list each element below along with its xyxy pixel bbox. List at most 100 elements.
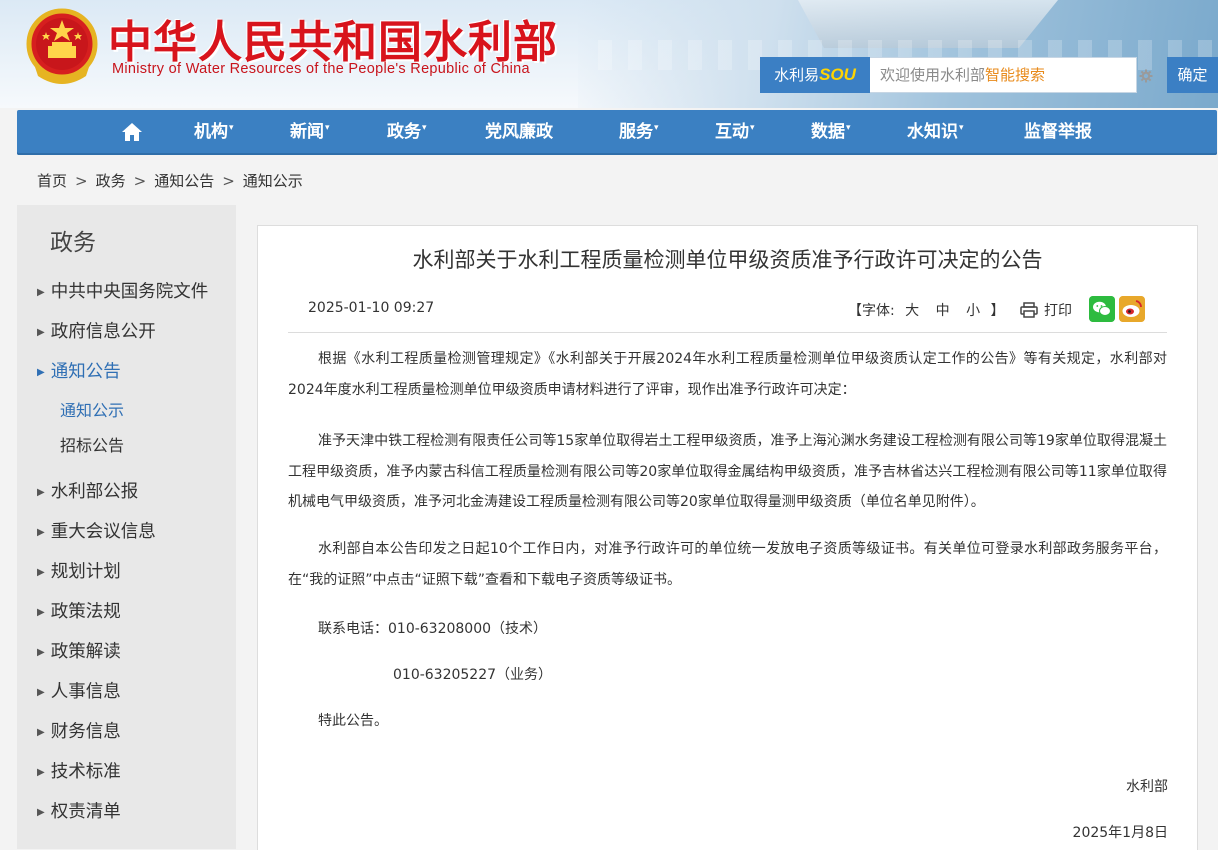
search-brand-logo: SOU (819, 65, 856, 84)
chevron-down-icon: ▾ (846, 123, 851, 133)
wechat-share-icon[interactable] (1089, 296, 1115, 322)
sidebar-item-label: 财务信息 (50, 722, 121, 742)
article-panel: 水利部关于水利工程质量检测单位甲级资质准予行政许可决定的公告 2025-01-1… (257, 225, 1198, 850)
weibo-share-icon[interactable] (1119, 296, 1145, 322)
article-title: 水利部关于水利工程质量检测单位甲级资质准予行政许可决定的公告 (412, 248, 1043, 272)
nav-item-jiandu[interactable]: 监督举报 (1024, 110, 1092, 155)
search-submit-button[interactable]: 确定 (1167, 57, 1218, 93)
chevron-down-icon: ▾ (959, 123, 964, 133)
sidebar-title: 政务 (50, 230, 96, 256)
sidebar-item-label: 技术标准 (50, 762, 121, 782)
triangle-right-icon: ▶ (37, 607, 45, 618)
sidebar-item-label: 通知公告 (50, 362, 121, 382)
search-settings-gear-icon[interactable] (1139, 69, 1153, 83)
chevron-down-icon: ▾ (750, 123, 755, 133)
contact-phone-business: 010-63205227（业务） (393, 667, 553, 683)
article-paragraph: 根据《水利工程质量检测管理规定》《水利部关于开展2024年水利工程质量检测单位甲… (288, 351, 1167, 398)
search-placeholder-highlight: 智能搜索 (985, 66, 1046, 84)
chevron-down-icon: ▾ (229, 123, 234, 133)
contact-phone-technical: 联系电话：010-63208000（技术） (318, 621, 548, 637)
sidebar-item-notices[interactable]: ▶ 通知公告 (37, 358, 121, 383)
sidebar-item-label: 水利部公报 (50, 482, 139, 502)
sidebar-subitem-tender-notice[interactable]: 招标公告 (60, 432, 124, 456)
sidebar-item-label: 政策法规 (50, 602, 121, 622)
nav-item-jigou[interactable]: 机构▾ (194, 110, 234, 155)
print-button[interactable]: 打印 (1020, 300, 1072, 320)
sidebar-item-label: 政府信息公开 (50, 322, 156, 342)
sidebar-item-meetings[interactable]: ▶ 重大会议信息 (37, 518, 156, 543)
breadcrumb-current[interactable]: 通知公示 (243, 172, 303, 190)
breadcrumb: 首页 > 政务 > 通知公告 > 通知公示 (37, 170, 311, 191)
printer-icon (1020, 302, 1038, 318)
nav-item-label: 机构 (194, 122, 228, 142)
sidebar-item-responsibility-list[interactable]: ▶ 权责清单 (37, 798, 121, 823)
sidebar-item-central-docs[interactable]: ▶ 中共中央国务院文件 (37, 278, 208, 303)
font-size-large-button[interactable]: 大 (905, 303, 919, 319)
sidebar-item-finance[interactable]: ▶ 财务信息 (37, 718, 121, 743)
font-size-medium-button[interactable]: 中 (936, 303, 950, 319)
sidebar-item-label: 规划计划 (50, 562, 121, 582)
nav-item-fuwu[interactable]: 服务▾ (619, 110, 659, 155)
article-date: 2025-01-10 09:27 (308, 300, 435, 316)
breadcrumb-zhengwu[interactable]: 政务 (96, 172, 126, 190)
nav-item-label: 水知识 (907, 122, 958, 142)
sidebar-subitem-notice-publicity[interactable]: 通知公示 (60, 397, 124, 421)
nav-item-label: 监督举报 (1024, 122, 1092, 142)
sidebar-item-tech-standards[interactable]: ▶ 技术标准 (37, 758, 121, 783)
search-input[interactable]: 欢迎使用水利部智能搜索 (870, 57, 1137, 93)
nav-item-shuju[interactable]: 数据▾ (811, 110, 851, 155)
triangle-right-icon: ▶ (37, 287, 45, 298)
font-size-control: 【字体: 大 中 小 】 (848, 300, 1005, 320)
sidebar-item-info-disclosure[interactable]: ▶ 政府信息公开 (37, 318, 156, 343)
nav-item-label: 政务 (387, 122, 421, 142)
home-icon[interactable] (121, 122, 143, 142)
nav-item-label: 新闻 (290, 122, 324, 142)
triangle-right-icon: ▶ (37, 487, 45, 498)
article-paragraph: 水利部自本公告印发之日起10个工作日内，对准予行政许可的单位统一发放电子资质等级… (288, 541, 1167, 588)
article-divider (288, 332, 1167, 333)
font-size-label: 【字体: (848, 303, 895, 319)
chevron-down-icon: ▾ (654, 123, 659, 133)
breadcrumb-separator: > (133, 172, 147, 190)
font-size-bracket: 】 (990, 303, 1005, 319)
sidebar-item-label: 权责清单 (50, 802, 121, 822)
nav-item-hudong[interactable]: 互动▾ (715, 110, 755, 155)
sidebar-item-personnel[interactable]: ▶ 人事信息 (37, 678, 121, 703)
search-brand-label: 水利易 (774, 67, 820, 84)
nav-item-label: 互动 (715, 122, 749, 142)
chevron-down-icon: ▾ (325, 123, 330, 133)
triangle-right-icon: ▶ (37, 367, 45, 378)
search-brand: 水利易SOU (760, 57, 870, 93)
sidebar: 政务 ▶ 中共中央国务院文件 ▶ 政府信息公开 ▶ 通知公告 通知公示 招标公告 ▶ 水… (17, 205, 236, 849)
search-placeholder: 欢迎使用水利部 (880, 66, 986, 84)
triangle-right-icon: ▶ (37, 767, 45, 778)
search-bar: 水利易SOU 欢迎使用水利部智能搜索 确定 (760, 57, 1218, 93)
nav-item-zhengwu[interactable]: 政务▾ (387, 110, 427, 155)
sidebar-item-planning[interactable]: ▶ 规划计划 (37, 558, 121, 583)
site-title-english[interactable]: Ministry of Water Resources of the Peopl… (112, 61, 530, 77)
sidebar-item-label: 人事信息 (50, 682, 121, 702)
triangle-right-icon: ▶ (37, 807, 45, 818)
nav-item-label: 数据 (811, 122, 845, 142)
nav-item-xinwen[interactable]: 新闻▾ (290, 110, 330, 155)
sidebar-item-label: 重大会议信息 (50, 522, 156, 542)
triangle-right-icon: ▶ (37, 327, 45, 338)
national-emblem-icon[interactable] (24, 6, 100, 86)
nav-item-label: 党风廉政 (485, 122, 553, 142)
main-nav: 机构▾ 新闻▾ 政务▾ 党风廉政 服务▾ 互动▾ 数据▾ 水知识▾ 监督举报 (17, 110, 1217, 155)
breadcrumb-home[interactable]: 首页 (37, 172, 67, 190)
article-closing: 特此公告。 (318, 713, 388, 729)
breadcrumb-notices[interactable]: 通知公告 (154, 172, 214, 190)
print-label: 打印 (1044, 303, 1072, 319)
nav-item-dangfeng[interactable]: 党风廉政 (485, 110, 553, 155)
triangle-right-icon: ▶ (37, 567, 45, 578)
triangle-right-icon: ▶ (37, 727, 45, 738)
sidebar-item-regulations[interactable]: ▶ 政策法规 (37, 598, 121, 623)
sidebar-item-policy-interpretation[interactable]: ▶ 政策解读 (37, 638, 121, 663)
font-size-small-button[interactable]: 小 (966, 303, 980, 319)
nav-item-shuizhishi[interactable]: 水知识▾ (907, 110, 964, 155)
sidebar-item-bulletin[interactable]: ▶ 水利部公报 (37, 478, 138, 503)
nav-item-label: 服务 (619, 122, 653, 142)
triangle-right-icon: ▶ (37, 687, 45, 698)
sidebar-item-label: 中共中央国务院文件 (50, 282, 209, 302)
